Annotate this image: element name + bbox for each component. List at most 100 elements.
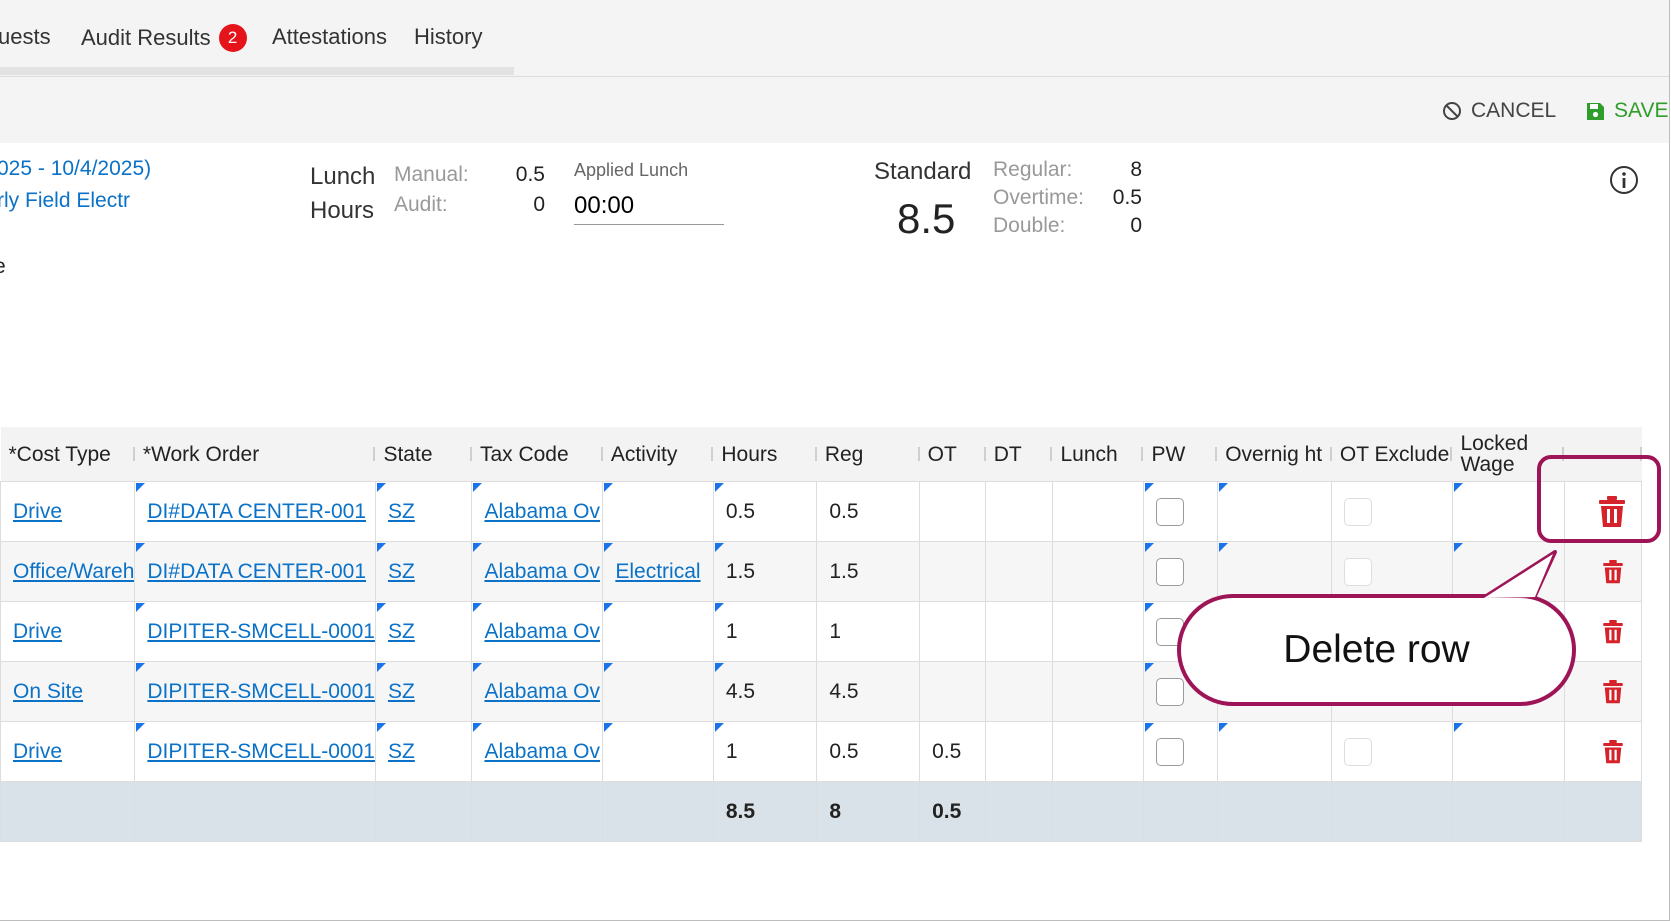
cost-type-cell[interactable]: Drive bbox=[0, 481, 136, 542]
work-order-cell[interactable]: DI#DATA CENTER-001 bbox=[134, 541, 376, 602]
state-link[interactable]: SZ bbox=[388, 620, 415, 643]
hours-cell[interactable]: 1.5 bbox=[712, 541, 818, 602]
state-link[interactable]: SZ bbox=[388, 680, 415, 703]
tax-code-link[interactable]: Alabama Ov bbox=[484, 740, 600, 763]
lunch-title-line: Lunch bbox=[310, 163, 376, 190]
tax-code-link[interactable]: Alabama Ov bbox=[484, 560, 600, 583]
tab-requests[interactable]: uests bbox=[0, 24, 51, 50]
double-label: Double: bbox=[993, 214, 1066, 237]
col-header-overnight[interactable]: Overnig ht bbox=[1217, 427, 1332, 482]
tab-scroll-indicator bbox=[0, 67, 514, 75]
hours-cell[interactable]: 4.5 bbox=[712, 661, 818, 722]
trash-icon[interactable] bbox=[1602, 679, 1623, 704]
work-order-link[interactable]: DI#DATA CENTER-001 bbox=[147, 500, 366, 523]
col-header-ot-exclude[interactable]: OT Exclude bbox=[1331, 427, 1453, 482]
manual-label: Manual: bbox=[394, 163, 469, 186]
cost-type-link[interactable]: Drive bbox=[13, 620, 62, 643]
state-cell[interactable]: SZ bbox=[374, 601, 473, 662]
activity-cell[interactable]: Electrical bbox=[602, 541, 714, 602]
work-order-link[interactable]: DIPITER-SMCELL-0001 bbox=[147, 680, 374, 703]
hours-cell[interactable]: 0.5 bbox=[712, 481, 818, 542]
locked-wage-cell[interactable] bbox=[1451, 721, 1565, 782]
col-header-ot[interactable]: OT bbox=[919, 427, 986, 482]
cost-type-cell[interactable]: Office/Wareh bbox=[0, 541, 136, 602]
cost-type-link[interactable]: On Site bbox=[13, 680, 83, 703]
col-header-pw[interactable]: PW bbox=[1143, 427, 1218, 482]
col-header-activity[interactable]: Activity bbox=[602, 427, 714, 482]
cost-type-cell[interactable]: Drive bbox=[0, 721, 136, 782]
activity-cell[interactable] bbox=[602, 481, 714, 542]
col-header-work-order[interactable]: *Work Order bbox=[134, 427, 376, 482]
work-order-link[interactable]: DI#DATA CENTER-001 bbox=[147, 560, 366, 583]
state-cell[interactable]: SZ bbox=[374, 541, 473, 602]
col-header-lunch[interactable]: Lunch bbox=[1052, 427, 1144, 482]
work-order-link[interactable]: DIPITER-SMCELL-0001 bbox=[147, 740, 374, 763]
cost-type-cell[interactable]: Drive bbox=[0, 601, 136, 662]
save-button[interactable]: SAVE bbox=[1586, 99, 1668, 123]
pw-checkbox[interactable] bbox=[1155, 557, 1184, 586]
ot-exclude-checkbox bbox=[1344, 557, 1373, 586]
cancel-button[interactable]: CANCEL bbox=[1442, 99, 1556, 123]
cancel-label: CANCEL bbox=[1471, 99, 1557, 122]
hours-cell[interactable]: 1 bbox=[712, 721, 818, 782]
cost-type-link[interactable]: Office/Wareh bbox=[13, 560, 134, 583]
work-order-cell[interactable]: DIPITER-SMCELL-0001 bbox=[134, 721, 376, 782]
total-cell bbox=[471, 781, 604, 842]
tax-code-link[interactable]: Alabama Ov bbox=[484, 620, 600, 643]
tax-code-cell[interactable]: Alabama Ov bbox=[471, 661, 604, 722]
activity-cell[interactable] bbox=[602, 601, 714, 662]
date-range-link[interactable]: 025 - 10/4/2025) bbox=[0, 157, 151, 181]
state-cell[interactable]: SZ bbox=[374, 481, 473, 542]
tab-audit-results[interactable]: Audit Results 2 bbox=[81, 24, 247, 52]
state-link[interactable]: SZ bbox=[388, 560, 415, 583]
activity-cell[interactable] bbox=[602, 661, 714, 722]
tab-attestations[interactable]: Attestations bbox=[272, 24, 387, 50]
pw-cell bbox=[1142, 481, 1218, 542]
double-value: 0 bbox=[1130, 214, 1142, 237]
state-link[interactable]: SZ bbox=[388, 740, 415, 763]
cost-type-link[interactable]: Drive bbox=[13, 740, 62, 763]
work-order-cell[interactable]: DIPITER-SMCELL-0001 bbox=[134, 601, 376, 662]
tax-code-link[interactable]: Alabama Ov bbox=[484, 680, 600, 703]
applied-lunch-input[interactable] bbox=[574, 188, 724, 225]
overnight-cell[interactable] bbox=[1216, 481, 1333, 542]
col-header-dt[interactable]: DT bbox=[985, 427, 1053, 482]
col-header-tax-code[interactable]: Tax Code bbox=[471, 427, 603, 482]
col-header-cost-type[interactable]: *Cost Type bbox=[0, 427, 135, 482]
hours-value: 4.5 bbox=[725, 679, 756, 703]
state-cell[interactable]: SZ bbox=[374, 661, 473, 722]
tax-code-cell[interactable]: Alabama Ov bbox=[471, 601, 604, 662]
pw-checkbox[interactable] bbox=[1155, 677, 1184, 706]
cost-type-cell[interactable]: On Site bbox=[0, 661, 136, 722]
overnight-cell[interactable] bbox=[1216, 721, 1333, 782]
tax-code-cell[interactable]: Alabama Ov bbox=[471, 541, 604, 602]
activity-link[interactable]: Electrical bbox=[615, 560, 700, 583]
reg-value: 1 bbox=[829, 619, 841, 643]
trash-icon[interactable] bbox=[1602, 739, 1623, 764]
state-link[interactable]: SZ bbox=[388, 500, 415, 523]
activity-cell[interactable] bbox=[602, 721, 714, 782]
info-icon[interactable] bbox=[1609, 165, 1639, 195]
reg-cell: 1.5 bbox=[816, 541, 921, 602]
work-order-cell[interactable]: DI#DATA CENTER-001 bbox=[134, 481, 376, 542]
trash-icon[interactable] bbox=[1602, 619, 1623, 644]
state-cell[interactable]: SZ bbox=[374, 721, 473, 782]
overnight-cell[interactable] bbox=[1216, 541, 1333, 602]
tax-code-cell[interactable]: Alabama Ov bbox=[471, 721, 604, 782]
trash-icon[interactable] bbox=[1602, 559, 1623, 584]
work-order-link[interactable]: DIPITER-SMCELL-0001 bbox=[147, 620, 374, 643]
work-order-cell[interactable]: DIPITER-SMCELL-0001 bbox=[134, 661, 376, 722]
col-header-hours[interactable]: Hours bbox=[713, 427, 817, 482]
col-label: DT bbox=[993, 442, 1022, 466]
pw-checkbox[interactable] bbox=[1155, 737, 1184, 766]
total-cell bbox=[1216, 781, 1333, 842]
hours-cell[interactable]: 1 bbox=[712, 601, 818, 662]
tax-code-link[interactable]: Alabama Ov bbox=[484, 500, 600, 523]
cost-type-link[interactable]: Drive bbox=[13, 500, 62, 523]
col-header-reg[interactable]: Reg bbox=[816, 427, 920, 482]
tab-history[interactable]: History bbox=[414, 24, 482, 50]
employee-class-link[interactable]: rly Field Electr bbox=[0, 189, 130, 213]
col-header-state[interactable]: State bbox=[375, 427, 472, 482]
tax-code-cell[interactable]: Alabama Ov bbox=[471, 481, 604, 542]
pw-checkbox[interactable] bbox=[1155, 497, 1184, 526]
